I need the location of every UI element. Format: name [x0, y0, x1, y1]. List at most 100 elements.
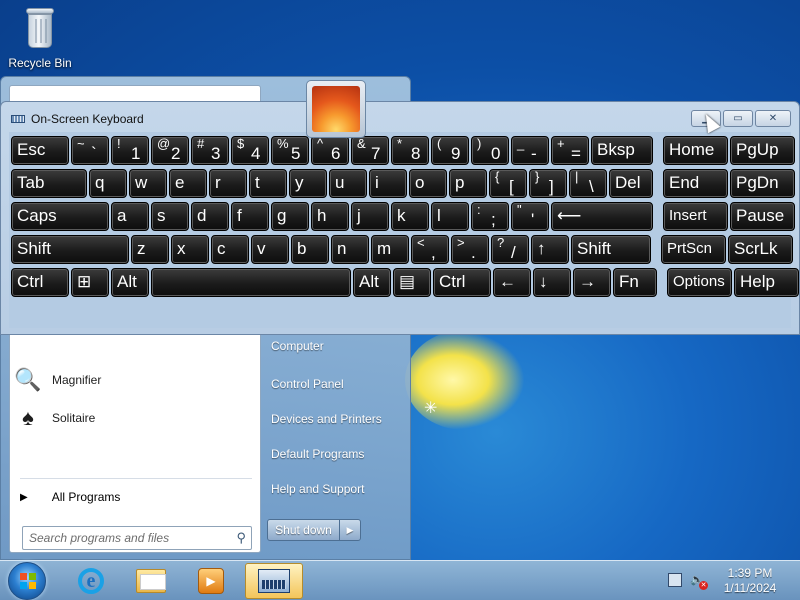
- key-symbol9-r3c9[interactable]: >.: [451, 235, 489, 264]
- search-input[interactable]: Search programs and files ⚲: [22, 526, 252, 550]
- key-prtscn-r3c13[interactable]: PrtScn: [661, 235, 726, 264]
- key-shift-r3c12[interactable]: Shift: [571, 235, 651, 264]
- key-symbol11-r3c11[interactable]: ↑: [531, 235, 569, 264]
- key-caps-r2c0[interactable]: Caps: [11, 202, 109, 231]
- key-insert-r2c13[interactable]: Insert: [663, 202, 728, 231]
- key-y-r1c6[interactable]: y: [289, 169, 327, 198]
- network-icon[interactable]: [668, 573, 682, 587]
- key-u-r1c7[interactable]: u: [329, 169, 367, 198]
- key-symbol12-r2c12[interactable]: ⟵: [551, 202, 653, 231]
- places-item-default-programs[interactable]: Default Programs: [271, 447, 364, 461]
- key-3-r0c4[interactable]: #3: [191, 136, 229, 165]
- key-k-r2c8[interactable]: k: [391, 202, 429, 231]
- taskbar-button-windows-explorer[interactable]: [122, 563, 180, 599]
- key-l-r2c9[interactable]: l: [431, 202, 469, 231]
- key-2-r0c3[interactable]: @2: [151, 136, 189, 165]
- key-alt-r4c4[interactable]: Alt: [353, 268, 391, 297]
- places-item-devices-printers[interactable]: Devices and Printers: [271, 412, 382, 426]
- key-symbol13-r1c13[interactable]: | \: [569, 169, 607, 198]
- key-a-r2c1[interactable]: a: [111, 202, 149, 231]
- key-symbol1-r4c1[interactable]: ⊞: [71, 268, 109, 297]
- key-5-r0c6[interactable]: % 5: [271, 136, 309, 165]
- all-programs-button[interactable]: ▶ All Programs: [20, 490, 120, 504]
- close-button[interactable]: ✕: [755, 110, 791, 127]
- key-p-r1c10[interactable]: p: [449, 169, 487, 198]
- key-m-r3c7[interactable]: m: [371, 235, 409, 264]
- program-item-solitaire[interactable]: ♠ Solitaire: [14, 400, 254, 436]
- restore-button[interactable]: ▭: [723, 110, 753, 127]
- key-del-r1c14[interactable]: Del: [609, 169, 653, 198]
- key-ctrl-r4c6[interactable]: Ctrl: [433, 268, 491, 297]
- key-symbol12-r1c12[interactable]: }]: [529, 169, 567, 198]
- key-symbol5-r4c5[interactable]: ▤: [393, 268, 431, 297]
- key-space-r4c3[interactable]: [151, 268, 351, 297]
- key-symbol9-r4c9[interactable]: →: [573, 268, 611, 297]
- key-symbol11-r2c11[interactable]: " ': [511, 202, 549, 231]
- taskbar-button-internet-explorer[interactable]: e: [62, 563, 120, 599]
- key-esc-r0c0[interactable]: Esc: [11, 136, 69, 165]
- key-symbol12-r0c12[interactable]: _ -: [511, 136, 549, 165]
- start-button[interactable]: [8, 562, 46, 600]
- key-q-r1c1[interactable]: q: [89, 169, 127, 198]
- key-i-r1c8[interactable]: i: [369, 169, 407, 198]
- key-end-r1c15[interactable]: End: [663, 169, 728, 198]
- key-s-r2c2[interactable]: s: [151, 202, 189, 231]
- key-symbol8-r3c8[interactable]: <,: [411, 235, 449, 264]
- key-pause-r2c14[interactable]: Pause: [730, 202, 795, 231]
- key-d-r2c3[interactable]: d: [191, 202, 229, 231]
- key-g-r2c5[interactable]: g: [271, 202, 309, 231]
- key-options-r4c11[interactable]: Options: [667, 268, 732, 297]
- key-symbol11-r1c11[interactable]: {[: [489, 169, 527, 198]
- key-r-r1c4[interactable]: r: [209, 169, 247, 198]
- key-pgup-r0c16[interactable]: PgUp: [730, 136, 795, 165]
- volume-muted-icon[interactable]: 🔈 ✕: [690, 573, 708, 590]
- key-symbol8-r4c8[interactable]: ↓: [533, 268, 571, 297]
- search-icon[interactable]: ⚲: [236, 530, 246, 546]
- taskbar-button-on-screen-keyboard[interactable]: [245, 563, 303, 599]
- key-home-r0c15[interactable]: Home: [663, 136, 728, 165]
- places-item-help-support[interactable]: Help and Support: [271, 482, 364, 496]
- key-bksp-r0c14[interactable]: Bksp: [591, 136, 653, 165]
- shutdown-options-button[interactable]: ▶: [340, 520, 360, 540]
- key-scrlk-r3c14[interactable]: ScrLk: [728, 235, 793, 264]
- key-symbol1-r0c1[interactable]: ~ `: [71, 136, 109, 165]
- key-c-r3c3[interactable]: c: [211, 235, 249, 264]
- places-item-control-panel[interactable]: Control Panel: [271, 377, 344, 391]
- key-0-r0c11[interactable]: ) 0: [471, 136, 509, 165]
- key-symbol13-r0c13[interactable]: + =: [551, 136, 589, 165]
- key-tab-r1c0[interactable]: Tab: [11, 169, 87, 198]
- user-picture[interactable]: [306, 80, 366, 138]
- shutdown-button[interactable]: Shut down: [268, 520, 340, 540]
- key-v-r3c4[interactable]: v: [251, 235, 289, 264]
- key-z-r3c1[interactable]: z: [131, 235, 169, 264]
- key-9-r0c10[interactable]: (9: [431, 136, 469, 165]
- key-e-r1c3[interactable]: e: [169, 169, 207, 198]
- key-x-r3c2[interactable]: x: [171, 235, 209, 264]
- taskbar-button-media-player[interactable]: ▶: [182, 563, 240, 599]
- key-j-r2c7[interactable]: j: [351, 202, 389, 231]
- key-pgdn-r1c16[interactable]: PgDn: [730, 169, 795, 198]
- key-b-r3c5[interactable]: b: [291, 235, 329, 264]
- key-6-r0c7[interactable]: ^ 6: [311, 136, 349, 165]
- key-f-r2c4[interactable]: f: [231, 202, 269, 231]
- program-item-magnifier[interactable]: 🔍 Magnifier: [14, 362, 254, 398]
- key-fn-r4c10[interactable]: Fn: [613, 268, 657, 297]
- window-title-bar[interactable]: On-Screen Keyboard: [11, 112, 144, 126]
- key-symbol10-r3c10[interactable]: ? /: [491, 235, 529, 264]
- key-shift-r3c0[interactable]: Shift: [11, 235, 129, 264]
- key-help-r4c12[interactable]: Help: [734, 268, 799, 297]
- key-7-r0c8[interactable]: & 7: [351, 136, 389, 165]
- key-symbol10-r2c10[interactable]: :;: [471, 202, 509, 231]
- key-h-r2c6[interactable]: h: [311, 202, 349, 231]
- key-t-r1c5[interactable]: t: [249, 169, 287, 198]
- system-clock[interactable]: 1:39 PM 1/11/2024: [718, 566, 782, 596]
- desktop-icon-recycle-bin[interactable]: Recycle Bin: [4, 6, 76, 70]
- key-ctrl-r4c0[interactable]: Ctrl: [11, 268, 69, 297]
- key-symbol7-r4c7[interactable]: ←: [493, 268, 531, 297]
- key-4-r0c5[interactable]: $4: [231, 136, 269, 165]
- key-1-r0c2[interactable]: ! 1: [111, 136, 149, 165]
- key-w-r1c2[interactable]: w: [129, 169, 167, 198]
- key-8-r0c9[interactable]: * 8: [391, 136, 429, 165]
- places-item-computer[interactable]: Computer: [271, 339, 324, 353]
- key-alt-r4c2[interactable]: Alt: [111, 268, 149, 297]
